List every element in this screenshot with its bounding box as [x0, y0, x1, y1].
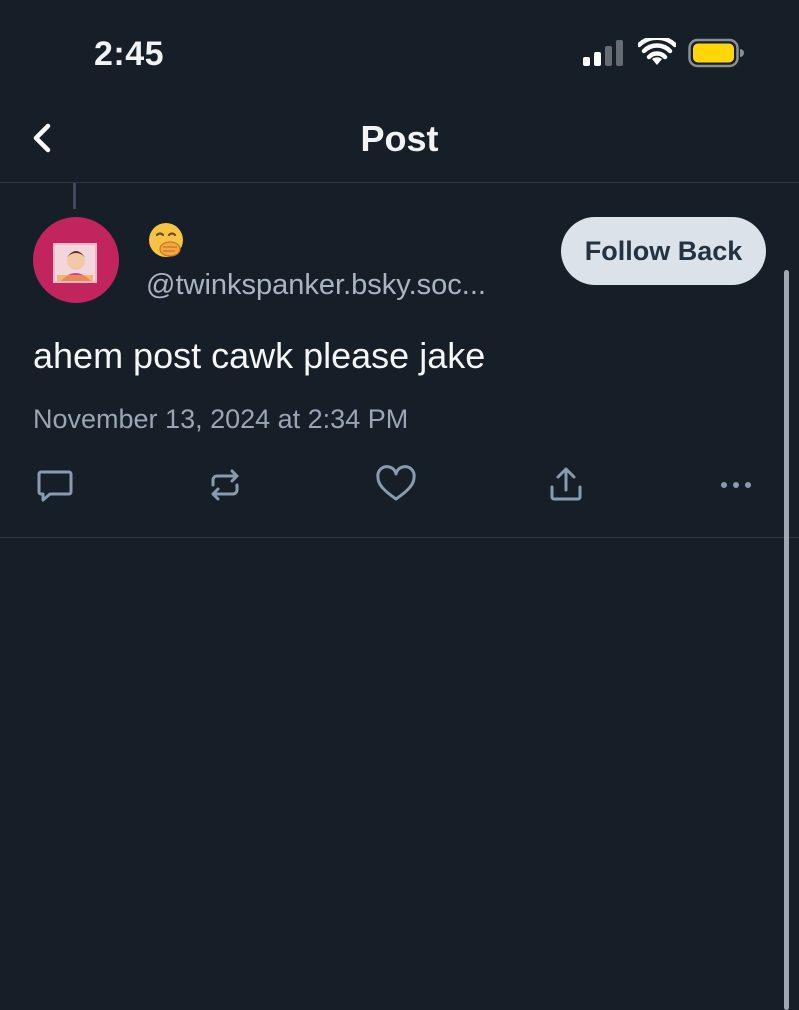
- avatar[interactable]: [33, 217, 119, 303]
- status-time: 2:45: [94, 35, 165, 73]
- page-title: Post: [360, 118, 439, 159]
- author-display-name[interactable]: 🤭: [146, 220, 188, 262]
- scrollbar[interactable]: [784, 270, 789, 1010]
- author-handle[interactable]: @twinkspanker.bsky.soc...: [146, 266, 546, 304]
- battery-icon: [688, 38, 744, 68]
- reply-icon[interactable]: [32, 462, 78, 508]
- thread-connector: [73, 183, 76, 209]
- post-text: ahem post cawk please jake: [33, 335, 486, 376]
- share-icon[interactable]: [543, 462, 589, 508]
- follow-back-button[interactable]: Follow Back: [561, 217, 766, 285]
- post-divider: [0, 537, 799, 538]
- header-divider: [0, 182, 799, 183]
- like-icon[interactable]: [373, 462, 419, 508]
- signal-icon: [583, 40, 625, 66]
- hand-over-mouth-emoji-icon: [149, 223, 183, 257]
- repost-icon[interactable]: [202, 462, 248, 508]
- post-timestamp: November 13, 2024 at 2:34 PM: [33, 404, 409, 434]
- wifi-icon: [638, 38, 676, 65]
- avatar-image: [53, 243, 97, 283]
- more-icon[interactable]: [713, 462, 759, 508]
